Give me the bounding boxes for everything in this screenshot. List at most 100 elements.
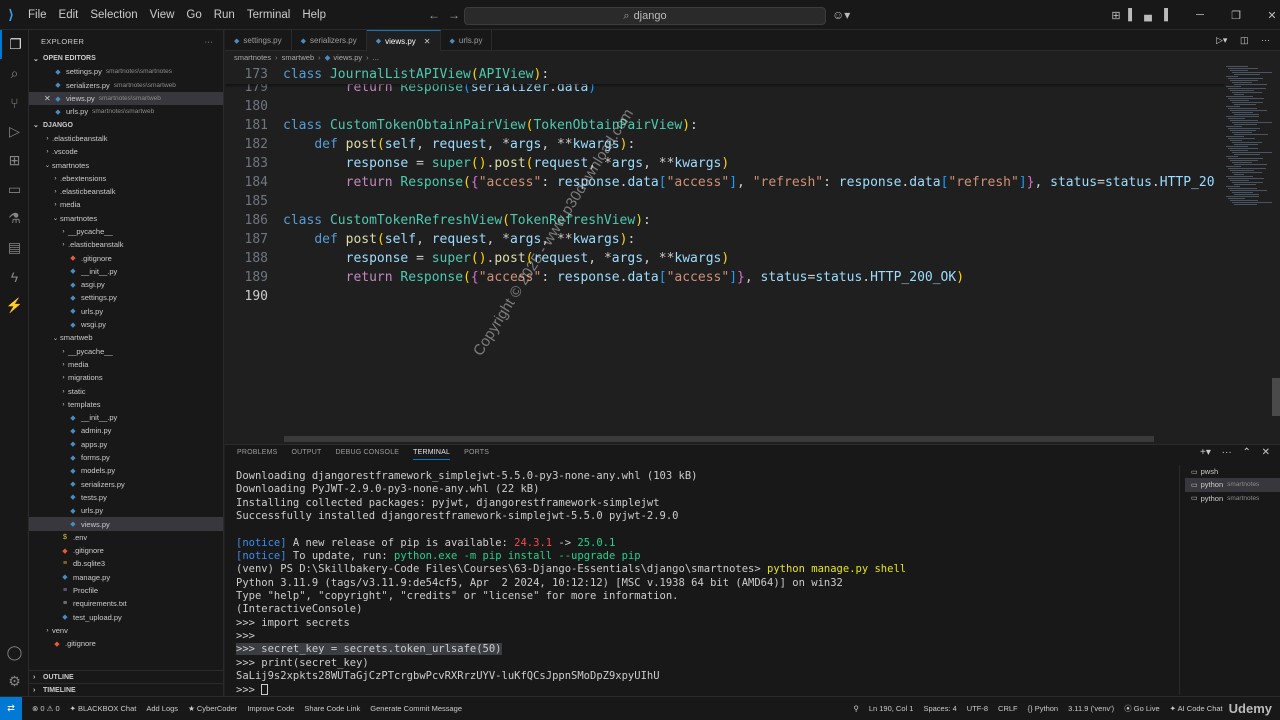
tab-terminal[interactable]: TERMINAL xyxy=(413,449,451,460)
open-editor-urls[interactable]: ◆ urls.py smartnotes\smartweb xyxy=(29,105,223,118)
tree-item[interactable]: ⌄ smartweb xyxy=(29,331,223,344)
lightning-icon[interactable]: ϟ xyxy=(0,262,29,291)
tree-item[interactable]: › __pycache__ xyxy=(29,225,223,238)
terminal-item-python[interactable]: ▭ python smartnotes xyxy=(1185,492,1280,505)
tree-item[interactable]: ◆ views.py xyxy=(29,517,223,531)
command-center-search[interactable]: ⌕ django xyxy=(464,7,826,25)
forward-arrow-icon[interactable]: → xyxy=(448,8,460,22)
close-window-icon[interactable]: ✕ xyxy=(1264,9,1280,22)
zoom-icon[interactable]: ⚲ xyxy=(853,704,859,713)
tree-item[interactable]: ◆ __init__.py xyxy=(29,411,223,424)
breadcrumb-more[interactable]: ... xyxy=(373,53,379,62)
tree-item[interactable]: ≡ requirements.txt xyxy=(29,597,223,610)
problems-status[interactable]: ⊗ 0 ⚠ 0 xyxy=(32,704,60,713)
tree-item[interactable]: ◆ serializers.py xyxy=(29,478,223,491)
run-debug-icon[interactable]: ▷ xyxy=(0,117,29,146)
close-panel-icon[interactable]: ✕ xyxy=(1262,447,1270,458)
extensions-icon[interactable]: ⊞ xyxy=(0,146,29,175)
search-view-icon[interactable]: ⌕ xyxy=(0,59,29,88)
editor-horizontal-scrollbar[interactable] xyxy=(284,436,1154,442)
minimap[interactable] xyxy=(1222,64,1272,444)
tree-item[interactable]: ◆ settings.py xyxy=(29,291,223,304)
tree-item[interactable]: › .vscode xyxy=(29,145,223,158)
tree-item[interactable]: ◆ wsgi.py xyxy=(29,318,223,331)
tree-item[interactable]: › .elasticbeanstalk xyxy=(29,185,223,198)
python-interpreter[interactable]: 3.11.9 ('venv') xyxy=(1068,704,1114,713)
source-control-icon[interactable]: ⑂ xyxy=(0,88,29,117)
menu-go[interactable]: Go xyxy=(180,9,207,21)
tree-item[interactable]: › venv xyxy=(29,624,223,637)
remote-explorer-icon[interactable]: ▭ xyxy=(0,175,29,204)
breadcrumb-views[interactable]: views.py xyxy=(333,53,362,62)
indentation[interactable]: Spaces: 4 xyxy=(923,704,956,713)
customize-layout-icon[interactable]: ⊞ xyxy=(1108,9,1124,22)
tree-item[interactable]: ◆ manage.py xyxy=(29,571,223,584)
tree-item[interactable]: › .elasticbeanstalk xyxy=(29,132,223,145)
project-section[interactable]: ⌄ DJANGO xyxy=(29,118,223,131)
tree-item[interactable]: › media xyxy=(29,358,223,371)
toggle-secondary-sidebar-icon[interactable]: ▐ xyxy=(1156,9,1172,21)
tree-item[interactable]: ◆ test_upload.py xyxy=(29,610,223,623)
tree-item[interactable]: › media xyxy=(29,198,223,211)
tab-views[interactable]: ◆ views.py ✕ xyxy=(366,30,441,51)
tree-item[interactable]: ◆ asgi.py xyxy=(29,278,223,291)
cybercoder[interactable]: ★ CyberCoder xyxy=(188,704,237,713)
tree-item[interactable]: ◆ urls.py xyxy=(29,305,223,318)
tree-item[interactable]: ⌄ smartnotes xyxy=(29,212,223,225)
remote-indicator-icon[interactable]: ⇄ xyxy=(0,697,22,720)
menu-selection[interactable]: Selection xyxy=(84,9,143,21)
toggle-sidebar-icon[interactable]: ▌ xyxy=(1124,9,1140,21)
generate-commit-message[interactable]: Generate Commit Message xyxy=(370,704,462,713)
open-editor-serializers[interactable]: ◆ serializers.py smartnotes\smartweb xyxy=(29,79,223,92)
tab-debug-console[interactable]: DEBUG CONSOLE xyxy=(335,449,399,460)
tree-item[interactable]: ◆ admin.py xyxy=(29,424,223,437)
terminal-output[interactable]: Downloading djangorestframework_simplejw… xyxy=(236,470,1176,697)
menu-file[interactable]: File xyxy=(22,9,53,21)
toggle-panel-icon[interactable]: ▄ xyxy=(1140,9,1156,21)
tree-item[interactable]: ◆ models.py xyxy=(29,464,223,477)
cursor-position[interactable]: Ln 190, Col 1 xyxy=(869,704,914,713)
tree-item[interactable]: ◆ .gitignore xyxy=(29,251,223,264)
terminal-item-python[interactable]: ▭ python smartnotes xyxy=(1185,478,1280,492)
menu-help[interactable]: Help xyxy=(296,9,332,21)
tab-output[interactable]: OUTPUT xyxy=(292,449,322,460)
tree-item[interactable]: $ .env xyxy=(29,531,223,544)
editor-vertical-scrollbar[interactable] xyxy=(1272,378,1280,416)
language-mode[interactable]: {} Python xyxy=(1028,704,1058,713)
tree-item[interactable]: ◆ .gitignore xyxy=(29,637,223,650)
tree-item[interactable]: ≡ db.sqlite3 xyxy=(29,557,223,570)
improve-code[interactable]: Improve Code xyxy=(247,704,294,713)
tab-problems[interactable]: PROBLEMS xyxy=(237,449,278,460)
tree-item[interactable]: ◆ __init__.py xyxy=(29,265,223,278)
tab-ports[interactable]: PORTS xyxy=(464,449,489,460)
tab-serializers[interactable]: ◆ serializers.py xyxy=(292,30,367,51)
testing-icon[interactable]: ⚗ xyxy=(0,204,29,233)
tree-item[interactable]: › __pycache__ xyxy=(29,345,223,358)
account-icon[interactable]: ◯ xyxy=(0,638,29,667)
ai-code-chat[interactable]: ✦ AI Code Chat xyxy=(1170,704,1223,713)
tree-item[interactable]: ◆ urls.py xyxy=(29,504,223,517)
tree-item[interactable]: › templates xyxy=(29,398,223,411)
blackbox-chat[interactable]: ✦ BLACKBOX Chat xyxy=(70,704,137,713)
share-code-link[interactable]: Share Code Link xyxy=(304,704,360,713)
tree-item[interactable]: › static xyxy=(29,384,223,397)
menu-edit[interactable]: Edit xyxy=(53,9,85,21)
settings-gear-icon[interactable]: ⚙ xyxy=(0,667,29,696)
tab-settings[interactable]: ◆ settings.py xyxy=(225,30,292,51)
new-terminal-icon[interactable]: +▾ xyxy=(1200,447,1211,458)
open-editors-section[interactable]: ⌄ OPEN EDITORS xyxy=(29,52,223,65)
back-arrow-icon[interactable]: ← xyxy=(428,8,440,22)
add-logs[interactable]: Add Logs xyxy=(146,704,178,713)
open-editor-views[interactable]: ✕ ◆ views.py smartnotes\smartweb xyxy=(29,91,223,106)
split-editor-icon[interactable]: ◫ xyxy=(1240,35,1249,45)
tree-item[interactable]: › .ebextensions xyxy=(29,172,223,185)
maximize-panel-icon[interactable]: ⌃ xyxy=(1242,447,1250,458)
tree-item[interactable]: ◆ .gitignore xyxy=(29,544,223,557)
close-tab-icon[interactable]: ✕ xyxy=(424,37,431,46)
close-editor-icon[interactable]: ✕ xyxy=(44,94,51,103)
more-actions-icon[interactable]: ··· xyxy=(1222,447,1232,458)
flask-icon[interactable]: ⚡ xyxy=(0,291,29,320)
line-ending[interactable]: CRLF xyxy=(998,704,1018,713)
tree-item[interactable]: › migrations xyxy=(29,371,223,384)
copilot-icon[interactable]: ☺▾ xyxy=(832,8,850,22)
